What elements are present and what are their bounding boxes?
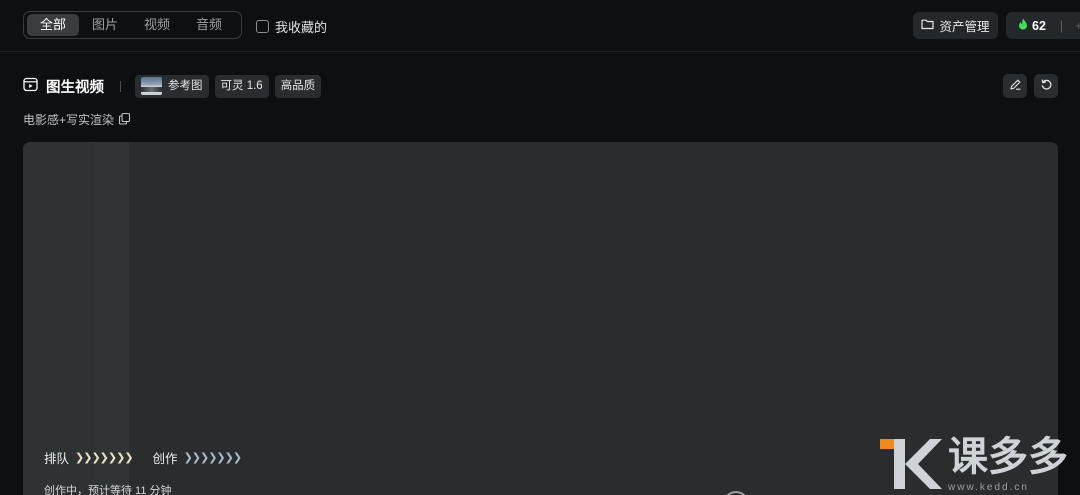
task-header: 图生视频 参考图 可灵 1.6 高品质 <box>23 73 322 99</box>
header-divider <box>120 80 121 92</box>
task-actions <box>1003 74 1058 98</box>
copy-icon[interactable] <box>118 112 131 128</box>
flame-icon <box>1018 18 1028 33</box>
prompt-text: 电影感+写实渲染 <box>23 113 115 127</box>
watermark-url: www.kedd.cn <box>948 482 1029 493</box>
favorites-checkbox[interactable] <box>256 20 269 33</box>
favorites-label: 我收藏的 <box>275 20 328 35</box>
video-icon <box>23 77 38 95</box>
regenerate-button[interactable] <box>1034 74 1058 98</box>
create-label: 创作 <box>152 452 178 466</box>
reference-image-thumbnail <box>141 77 162 95</box>
queue-stage: 排队 ❯❯❯❯❯❯❯ <box>44 448 134 467</box>
loading-spinner-icon <box>723 491 749 495</box>
create-progress-arrows: ❯❯❯❯❯❯❯ <box>183 452 243 464</box>
task-type-title: 图生视频 <box>46 79 104 96</box>
asset-management-label: 资产管理 <box>939 20 990 34</box>
watermark-k-icon <box>880 439 942 489</box>
reference-image-label: 参考图 <box>168 79 203 92</box>
quality-chip: 高品质 <box>274 74 322 98</box>
prompt-line: 电影感+写实渲染 <box>23 111 131 128</box>
top-bar: 全部 图片 视频 音频 我收藏的 资产管理 62 | + <box>0 0 1080 52</box>
estimated-wait-text: 创作中，预计等待 11 分钟 <box>44 485 172 495</box>
media-filter-tabs: 全部 图片 视频 音频 <box>23 11 242 39</box>
watermark-text: 课多多 <box>948 435 1068 479</box>
tab-audio[interactable]: 音频 <box>183 14 235 36</box>
points-divider: | <box>1059 18 1064 33</box>
watermark-logo: 课多多 www.kedd.cn <box>878 433 1080 495</box>
edit-icon <box>1009 78 1022 94</box>
reference-image-chip[interactable]: 参考图 <box>135 74 209 98</box>
edit-button[interactable] <box>1003 74 1027 98</box>
refresh-icon <box>1040 78 1053 94</box>
folder-icon <box>921 18 935 33</box>
queue-label: 排队 <box>44 452 70 466</box>
tab-all[interactable]: 全部 <box>27 14 80 36</box>
queue-progress-arrows: ❯❯❯❯❯❯❯ <box>75 452 134 464</box>
preview-shade-mid <box>95 142 129 495</box>
points-balance[interactable]: 62 | + <box>1006 12 1080 39</box>
more-icon[interactable]: + <box>1075 19 1080 33</box>
favorites-filter[interactable]: 我收藏的 <box>256 17 327 36</box>
progress-status: 排队 ❯❯❯❯❯❯❯ 创作 ❯❯❯❯❯❯❯ <box>44 448 243 467</box>
preview-shade-left <box>23 142 95 495</box>
model-chip: 可灵 1.6 <box>214 74 269 98</box>
tab-images[interactable]: 图片 <box>79 14 131 36</box>
points-value: 62 <box>1032 18 1046 33</box>
asset-management-button[interactable]: 资产管理 <box>913 12 998 39</box>
create-stage: 创作 ❯❯❯❯❯❯❯ <box>152 448 243 467</box>
tab-videos[interactable]: 视频 <box>131 14 183 36</box>
